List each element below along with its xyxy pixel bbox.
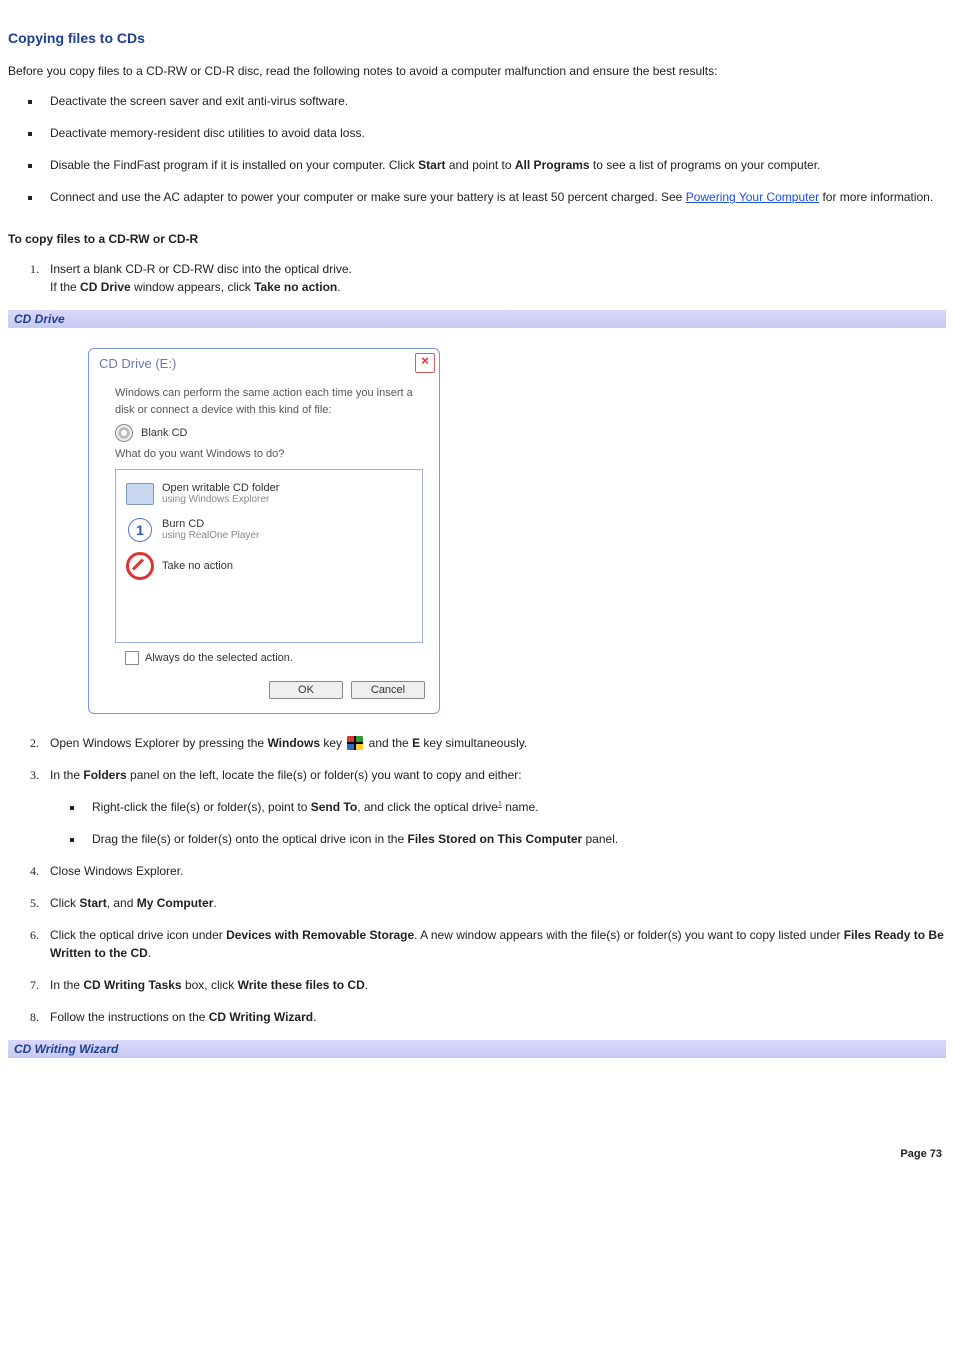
step-2: Open Windows Explorer by pressing the Wi… bbox=[42, 734, 946, 752]
step-4: Close Windows Explorer. bbox=[42, 862, 946, 880]
cancel-button[interactable]: Cancel bbox=[351, 681, 425, 699]
steps-list: Insert a blank CD-R or CD-RW disc into t… bbox=[8, 260, 946, 296]
sub-step: Drag the file(s) or folder(s) onto the o… bbox=[84, 830, 946, 848]
page-number: Page 73 bbox=[8, 1148, 942, 1160]
sub-heading: To copy files to a CD-RW or CD-R bbox=[8, 230, 946, 248]
step-3: In the Folders panel on the left, locate… bbox=[42, 766, 946, 848]
step-8: Follow the instructions on the CD Writin… bbox=[42, 1008, 946, 1026]
list-item-no-action[interactable]: Take no action bbox=[116, 548, 422, 584]
step-6: Click the optical drive icon under Devic… bbox=[42, 926, 946, 962]
always-checkbox[interactable] bbox=[125, 651, 139, 665]
note-item: Disable the FindFast program if it is in… bbox=[42, 156, 946, 174]
dialog-message: Windows can perform the same action each… bbox=[115, 385, 423, 418]
intro-text: Before you copy files to a CD-RW or CD-R… bbox=[8, 62, 946, 80]
powering-link[interactable]: Powering Your Computer bbox=[686, 190, 819, 204]
dialog-title: CD Drive (E:) bbox=[99, 356, 176, 371]
step-5: Click Start, and My Computer. bbox=[42, 894, 946, 912]
always-label: Always do the selected action. bbox=[145, 652, 293, 664]
realone-icon: 1 bbox=[128, 518, 152, 542]
caption-cd-wizard: CD Writing Wizard bbox=[8, 1040, 946, 1058]
close-icon[interactable]: × bbox=[415, 353, 435, 373]
sub-step: Right-click the file(s) or folder(s), po… bbox=[84, 798, 946, 816]
note-item: Deactivate memory-resident disc utilitie… bbox=[42, 124, 946, 142]
steps-list-cont: Open Windows Explorer by pressing the Wi… bbox=[8, 734, 946, 1026]
cd-icon bbox=[115, 424, 133, 442]
blank-cd-label: Blank CD bbox=[141, 427, 187, 439]
list-item-burn-cd[interactable]: 1 Burn CDusing RealOne Player bbox=[116, 512, 422, 548]
note-item: Connect and use the AC adapter to power … bbox=[42, 188, 946, 206]
step-7: In the CD Writing Tasks box, click Write… bbox=[42, 976, 946, 994]
list-item-open-folder[interactable]: Open writable CD folderusing Windows Exp… bbox=[116, 476, 422, 512]
caption-cd-drive: CD Drive bbox=[8, 310, 946, 328]
cd-drive-dialog: CD Drive (E:) × Windows can perform the … bbox=[88, 348, 440, 714]
windows-key-icon bbox=[347, 736, 363, 750]
folder-icon bbox=[126, 483, 154, 505]
notes-list: Deactivate the screen saver and exit ant… bbox=[8, 92, 946, 206]
action-list[interactable]: Open writable CD folderusing Windows Exp… bbox=[115, 469, 423, 643]
section-title: Copying files to CDs bbox=[8, 30, 946, 46]
note-item: Deactivate the screen saver and exit ant… bbox=[42, 92, 946, 110]
ok-button[interactable]: OK bbox=[269, 681, 343, 699]
no-action-icon bbox=[126, 552, 154, 580]
step-1: Insert a blank CD-R or CD-RW disc into t… bbox=[42, 260, 946, 296]
dialog-prompt: What do you want Windows to do? bbox=[115, 446, 423, 463]
